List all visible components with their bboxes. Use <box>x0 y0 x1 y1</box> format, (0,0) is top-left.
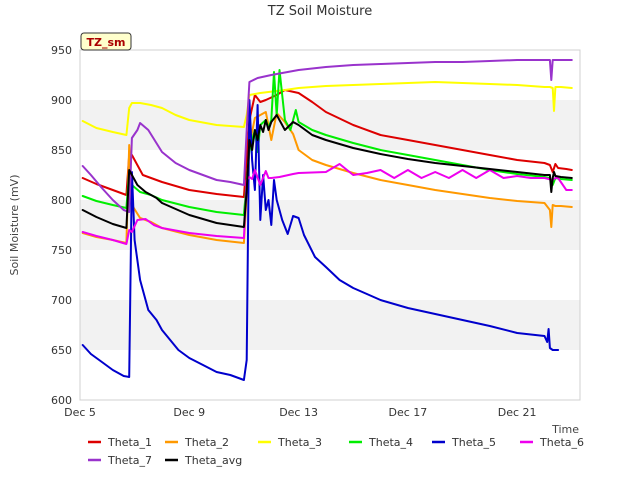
legend-item-theta-1: Theta_1 <box>88 436 152 449</box>
grid-band <box>80 50 580 100</box>
x-tick-label: Dec 21 <box>498 406 537 419</box>
legend-item-theta-4: Theta_4 <box>349 436 413 449</box>
soil-moisture-chart: 600650700750800850900950 Dec 5 Dec 9 Dec 1… <box>8 4 584 467</box>
grid-band <box>80 250 580 300</box>
legend-item-theta-3: Theta_3 <box>258 436 322 449</box>
legend-label: Theta_3 <box>277 436 322 449</box>
chart-title: TZ Soil Moisture <box>267 4 373 19</box>
legend-label: Theta_7 <box>107 454 152 467</box>
x-tick-label: Dec 13 <box>279 406 318 419</box>
legend-item-theta-2: Theta_2 <box>165 436 229 449</box>
legend-label: Theta_6 <box>539 436 584 449</box>
legend-item-theta-5: Theta_5 <box>432 436 496 449</box>
legend-item-theta-7: Theta_7 <box>88 454 152 467</box>
y-tick-label: 650 <box>51 344 72 357</box>
y-tick-label: 800 <box>51 194 72 207</box>
y-tick-label: 700 <box>51 294 72 307</box>
x-axis-ticks: Dec 5 Dec 9 Dec 13 Dec 17 Dec 21 <box>64 406 536 419</box>
grid-band <box>80 350 580 400</box>
x-tick-label: Dec 17 <box>388 406 427 419</box>
x-axis-label: Time <box>551 423 579 436</box>
y-tick-label: 950 <box>51 44 72 57</box>
legend-label: Theta_avg <box>184 454 242 467</box>
legend-label: Theta_4 <box>368 436 413 449</box>
legend-item-theta-avg: Theta_avg <box>165 454 242 467</box>
y-tick-label: 900 <box>51 94 72 107</box>
y-axis-ticks: 600650700750800850900950 <box>51 44 72 407</box>
legend-item-theta-6: Theta_6 <box>520 436 584 449</box>
legend-label: Theta_5 <box>451 436 496 449</box>
site-badge-label: TZ_sm <box>87 36 126 49</box>
grid-band <box>80 300 580 350</box>
x-tick-label: Dec 9 <box>173 406 205 419</box>
site-badge: TZ_sm <box>80 32 132 51</box>
legend-label: Theta_2 <box>184 436 229 449</box>
y-tick-label: 750 <box>51 244 72 257</box>
legend: Theta_1 Theta_2 Theta_3 Theta_4 Theta_5 Theta… <box>88 436 584 467</box>
x-tick-label: Dec 5 <box>64 406 96 419</box>
y-axis-label: Soil Moisture (mV) <box>8 175 21 276</box>
y-tick-label: 850 <box>51 144 72 157</box>
legend-label: Theta_1 <box>107 436 152 449</box>
